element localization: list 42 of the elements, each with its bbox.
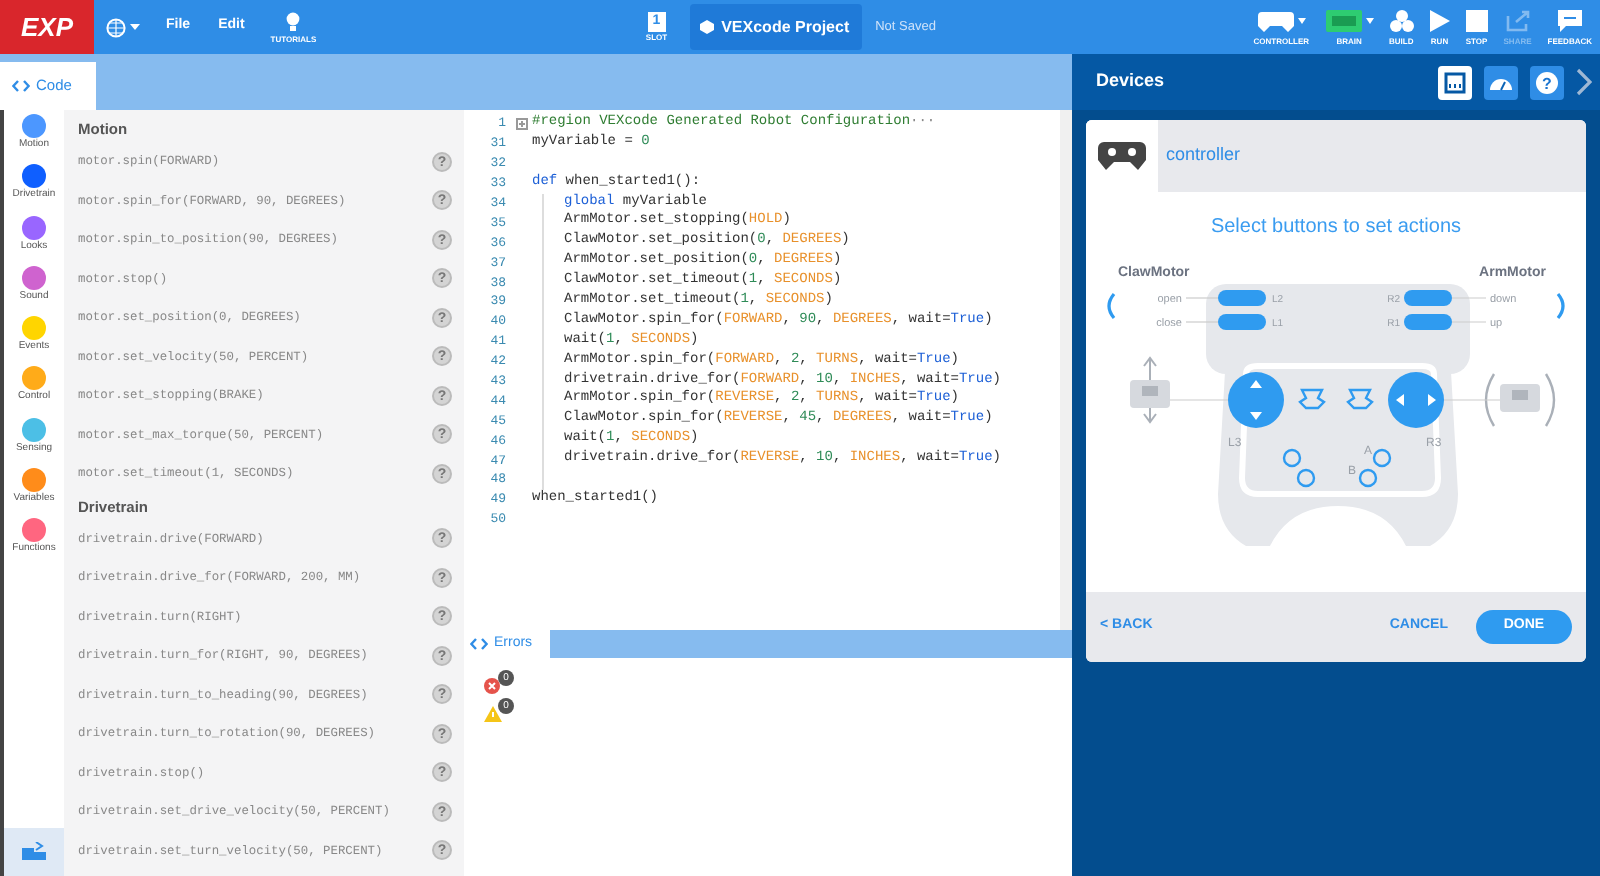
- shoulder-button[interactable]: [1404, 314, 1452, 330]
- screen-icon: [1325, 9, 1362, 31]
- project-name-field[interactable]: VEXcode Project: [689, 4, 862, 50]
- ports-tab[interactable]: [1438, 65, 1472, 99]
- app-logo: EXP: [0, 0, 94, 54]
- expand-icon[interactable]: [516, 117, 528, 130]
- hexagon-icon: [699, 20, 714, 34]
- dpad-icon[interactable]: [1298, 388, 1326, 410]
- device-name: controller: [1166, 142, 1241, 169]
- lightbulb-icon: [284, 10, 303, 32]
- warning-icon: [484, 706, 502, 722]
- shoulder-button[interactable]: [1218, 290, 1266, 306]
- dashboard-tab[interactable]: [1484, 65, 1518, 99]
- chat-icon: [1557, 9, 1582, 31]
- card-heading: Select buttons to set actions: [1208, 214, 1464, 242]
- robot-rotate-drawing: [1484, 372, 1556, 428]
- code-icon: [470, 638, 488, 650]
- joystick[interactable]: [1228, 372, 1284, 428]
- robot-up-down-drawing: [1130, 356, 1170, 424]
- error-icon: [484, 678, 500, 694]
- gamepad-icon: [1257, 9, 1294, 31]
- stop-icon: [1465, 9, 1488, 31]
- shoulder-button[interactable]: [1404, 290, 1452, 306]
- gamepad-icon: [1098, 140, 1146, 172]
- joystick[interactable]: [1388, 372, 1444, 428]
- dpad-icon[interactable]: [1346, 388, 1374, 410]
- chevron-right-icon[interactable]: [1576, 68, 1592, 96]
- globe-icon[interactable]: [106, 17, 126, 37]
- shoulder-button[interactable]: [1218, 314, 1266, 330]
- port-icon: [1444, 71, 1466, 93]
- blocks-icon: [22, 842, 46, 862]
- help-tab[interactable]: ?: [1530, 65, 1564, 99]
- code-icon: [12, 80, 30, 92]
- caret-icon: [1365, 17, 1374, 23]
- panel-title: Devices: [1096, 68, 1165, 95]
- blocks-icon: [1389, 9, 1414, 31]
- caret-icon: [130, 24, 140, 30]
- help-icon: ?: [1536, 71, 1558, 93]
- play-icon: [1429, 9, 1450, 31]
- extensions-button[interactable]: [4, 828, 64, 876]
- caret-icon: [1297, 17, 1306, 23]
- share-icon: [1505, 9, 1530, 31]
